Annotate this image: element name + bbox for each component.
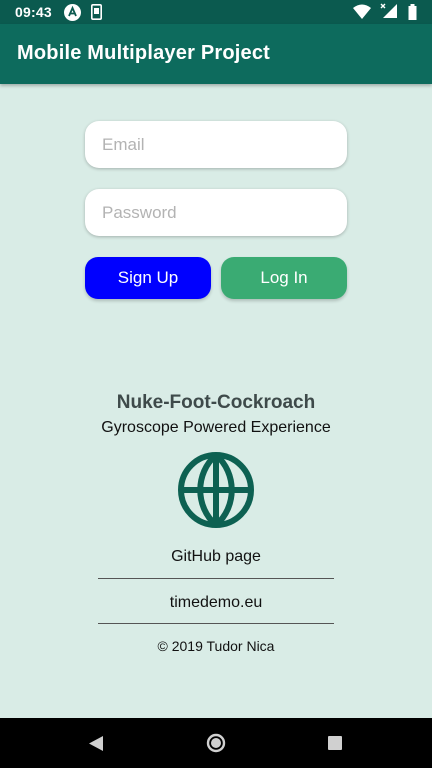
wifi-icon — [353, 4, 371, 22]
status-time: 09:43 — [15, 4, 52, 20]
project-subtitle: Gyroscope Powered Experience — [101, 419, 331, 436]
website-link[interactable]: timedemo.eu — [0, 594, 432, 612]
app-bar: Mobile Multiplayer Project — [0, 24, 432, 84]
divider — [98, 623, 334, 624]
android-icon — [64, 4, 81, 24]
log-in-button[interactable]: Log In — [221, 257, 347, 299]
sim-icon — [91, 4, 102, 23]
globe-icon[interactable] — [177, 451, 255, 529]
app-title: Mobile Multiplayer Project — [17, 42, 271, 64]
github-link[interactable]: GitHub page — [0, 548, 432, 566]
password-field[interactable] — [85, 189, 347, 236]
sign-up-button[interactable]: Sign Up — [85, 257, 211, 299]
status-bar: 09:43 — [0, 0, 432, 24]
copyright-text: © 2019 Tudor Nica — [157, 638, 275, 654]
navigation-bar — [0, 718, 432, 768]
email-field[interactable] — [85, 121, 347, 168]
home-icon[interactable] — [206, 733, 226, 758]
battery-icon — [408, 4, 417, 23]
signal-icon — [380, 3, 400, 22]
divider — [98, 578, 334, 579]
back-icon[interactable] — [88, 735, 104, 757]
recents-icon[interactable] — [327, 735, 343, 756]
project-title: Nuke-Foot-Cockroach — [116, 392, 316, 413]
